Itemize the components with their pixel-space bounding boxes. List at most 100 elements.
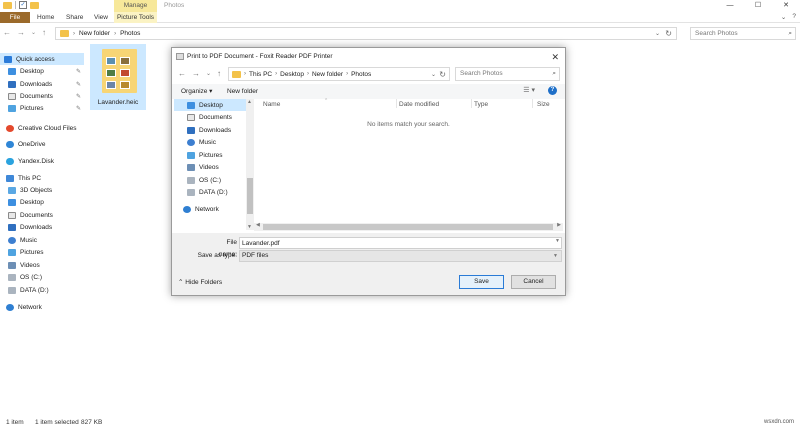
dialog-sidebar-item[interactable]: DATA (D:) xyxy=(174,186,246,198)
back-arrow-icon[interactable]: ← xyxy=(178,69,186,79)
address-bar[interactable]: › New folder › Photos ⌄ ↻ xyxy=(55,27,677,40)
sidebar-item[interactable]: Downloads xyxy=(0,221,84,233)
sidebar-item[interactable]: OS (C:) xyxy=(0,271,84,283)
sidebar-item[interactable]: Creative Cloud Files xyxy=(0,122,84,134)
view-options-icon[interactable]: ☰ ▾ xyxy=(523,86,535,94)
column-divider[interactable] xyxy=(396,99,397,108)
chevron-down-icon[interactable]: ⌄ xyxy=(206,69,211,79)
dialog-sidebar-item[interactable]: Downloads xyxy=(174,124,246,136)
chevron-down-icon[interactable]: ⌄ xyxy=(431,71,436,78)
breadcrumb-item[interactable]: Photos xyxy=(120,30,140,37)
chevron-right-icon[interactable]: › xyxy=(244,71,246,77)
scroll-up-icon[interactable]: ▲ xyxy=(247,99,252,105)
forward-arrow-icon[interactable]: → xyxy=(17,28,25,38)
tab-view[interactable]: View xyxy=(88,12,114,23)
sidebar-item[interactable]: Documents ✎ xyxy=(0,90,84,102)
file-item[interactable]: Lavander.heic xyxy=(90,44,146,110)
scroll-down-icon[interactable]: ▼ xyxy=(247,224,252,230)
column-type[interactable]: Type xyxy=(474,99,488,111)
scroll-left-icon[interactable]: ◀ xyxy=(256,222,260,228)
sidebar-item[interactable]: 3D Objects xyxy=(0,184,84,196)
sidebar-item[interactable]: Downloads ✎ xyxy=(0,78,84,90)
dialog-sidebar-item[interactable]: Documents xyxy=(174,111,246,123)
sidebar-item[interactable]: Music xyxy=(0,234,84,246)
tab-home[interactable]: Home xyxy=(31,12,60,23)
up-arrow-icon[interactable]: ↑ xyxy=(217,69,221,79)
breadcrumb-item[interactable]: New folder xyxy=(312,71,343,78)
dialog-sidebar-item[interactable]: Music xyxy=(174,136,246,148)
close-icon[interactable]: ✕ xyxy=(551,48,559,66)
help-icon[interactable]: ? xyxy=(548,86,557,95)
sidebar-item[interactable]: This PC xyxy=(0,172,84,184)
column-name[interactable]: Name xyxy=(263,99,280,111)
column-divider[interactable] xyxy=(471,99,472,108)
sidebar-item[interactable]: Network xyxy=(0,301,84,313)
tab-picture-tools[interactable]: Picture Tools xyxy=(114,12,157,23)
chevron-down-icon[interactable]: ⌄ xyxy=(31,28,36,38)
forward-arrow-icon[interactable]: → xyxy=(192,69,200,79)
sidebar-item[interactable]: OneDrive xyxy=(0,138,84,150)
sidebar-item[interactable]: Documents xyxy=(0,209,84,221)
file-name-field[interactable] xyxy=(239,237,562,249)
sidebar-item[interactable]: Pictures xyxy=(0,246,84,258)
scroll-right-icon[interactable]: ▶ xyxy=(557,222,561,228)
chevron-down-icon[interactable]: ⌄ xyxy=(655,30,660,37)
sidebar-item[interactable]: Videos xyxy=(0,259,84,271)
dialog-sidebar-item[interactable]: Videos xyxy=(174,161,246,173)
dialog-address-bar[interactable]: › This PC › Desktop › New folder › Photo… xyxy=(228,67,450,81)
save-button[interactable]: Save xyxy=(459,275,504,289)
vertical-scrollbar[interactable]: ▲ ▼ xyxy=(246,99,254,230)
new-folder-icon[interactable] xyxy=(30,1,39,9)
manage-tab[interactable]: Manage xyxy=(114,0,157,12)
refresh-icon[interactable]: ↻ xyxy=(439,70,446,79)
up-arrow-icon[interactable]: ↑ xyxy=(42,28,46,38)
chevron-down-icon[interactable]: ⌄ xyxy=(781,13,786,21)
column-size[interactable]: Size xyxy=(537,99,550,111)
dialog-sidebar-item[interactable]: OS (C:) xyxy=(174,174,246,186)
close-icon[interactable]: ✕ xyxy=(772,0,800,12)
breadcrumb-item[interactable]: Photos xyxy=(351,71,371,78)
chevron-right-icon[interactable]: › xyxy=(346,71,348,77)
sidebar-item[interactable]: Pictures ✎ xyxy=(0,102,84,114)
chevron-right-icon[interactable]: › xyxy=(73,31,75,37)
scrollbar-thumb[interactable] xyxy=(247,178,253,214)
cancel-button[interactable]: Cancel xyxy=(511,275,556,289)
pin-icon[interactable]: ✎ xyxy=(76,68,81,75)
chevron-right-icon[interactable]: › xyxy=(114,31,116,37)
chevron-down-icon[interactable]: ▼ xyxy=(555,238,560,244)
sidebar-item[interactable]: Desktop ✎ xyxy=(0,65,84,77)
properties-icon[interactable]: ✓ xyxy=(19,1,27,9)
breadcrumb-item[interactable]: New folder xyxy=(79,30,110,37)
refresh-icon[interactable]: ↻ xyxy=(665,29,672,38)
column-date-modified[interactable]: Date modified xyxy=(399,99,439,111)
sidebar-item[interactable]: Yandex.Disk xyxy=(0,155,84,167)
column-divider[interactable] xyxy=(532,99,533,108)
new-folder-button[interactable]: New folder xyxy=(227,84,258,99)
sidebar-item[interactable]: Quick access xyxy=(0,53,84,65)
minimize-icon[interactable]: — xyxy=(716,0,744,12)
horizontal-scrollbar[interactable]: ◀ ▶ xyxy=(254,222,563,231)
dialog-sidebar-item[interactable]: Desktop xyxy=(174,99,246,111)
scrollbar-thumb[interactable] xyxy=(263,224,553,230)
dialog-sidebar-item[interactable]: Network xyxy=(174,203,246,215)
sidebar-item[interactable]: DATA (D:) xyxy=(0,284,84,296)
dialog-search-input[interactable]: Search Photos ⌕ xyxy=(455,67,560,81)
help-icon[interactable]: ? xyxy=(792,13,796,21)
sidebar-item[interactable]: Desktop xyxy=(0,196,84,208)
breadcrumb-item[interactable]: Desktop xyxy=(280,71,304,78)
tab-share[interactable]: Share xyxy=(60,12,89,23)
search-input[interactable]: Search Photos ⌕ xyxy=(690,27,796,40)
tab-file[interactable]: File xyxy=(0,12,30,23)
save-as-type-select[interactable]: PDF files ▼ xyxy=(239,250,562,262)
dialog-sidebar-item[interactable]: Pictures xyxy=(174,149,246,161)
breadcrumb-item[interactable]: This PC xyxy=(249,71,272,78)
pin-icon[interactable]: ✎ xyxy=(76,105,81,112)
hide-folders-button[interactable]: ⌃ Hide Folders xyxy=(178,277,222,289)
chevron-right-icon[interactable]: › xyxy=(307,71,309,77)
pin-icon[interactable]: ✎ xyxy=(76,81,81,88)
maximize-icon[interactable]: ☐ xyxy=(744,0,772,12)
organize-button[interactable]: Organize ▾ xyxy=(181,84,212,99)
chevron-right-icon[interactable]: › xyxy=(275,71,277,77)
pin-icon[interactable]: ✎ xyxy=(76,93,81,100)
back-arrow-icon[interactable]: ← xyxy=(3,28,11,38)
